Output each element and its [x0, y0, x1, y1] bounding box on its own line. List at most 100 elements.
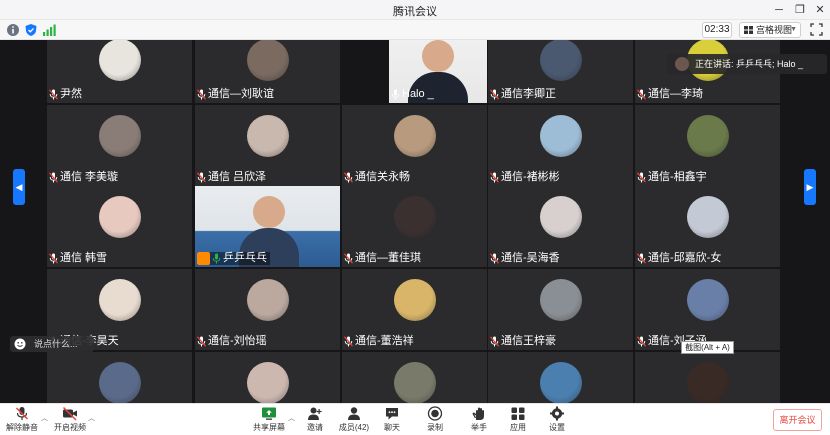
- chevron-up-icon[interactable]: ︿: [41, 413, 48, 423]
- participant-name: 通信-邱嘉欣-女: [648, 252, 722, 264]
- participant-tile[interactable]: 通信-董浩祥: [342, 269, 487, 350]
- participant-name: 通信 韩雪: [60, 252, 108, 264]
- participant-avatar: [99, 196, 141, 238]
- participant-tile[interactable]: [342, 352, 487, 403]
- apps-icon: [511, 407, 525, 420]
- mic-muted-icon: [490, 253, 499, 264]
- share-screen-button[interactable]: 共享屏幕: [249, 406, 289, 434]
- participant-name-label: 通信王梓豪: [490, 335, 559, 348]
- participant-tile[interactable]: [47, 352, 192, 403]
- participant-tile[interactable]: [195, 352, 340, 403]
- info-icon[interactable]: [6, 23, 20, 37]
- raise-hand-button[interactable]: 举手: [459, 406, 499, 434]
- participant-name: 乒乒乓乓: [223, 252, 267, 264]
- close-icon[interactable]: ✕: [812, 2, 828, 18]
- participant-tile[interactable]: 通信-刘怡瑶: [195, 269, 340, 350]
- participant-avatar: [394, 115, 436, 157]
- participant-name: 通信李卿正: [501, 88, 556, 100]
- participant-name: 通信王梓豪: [501, 335, 556, 347]
- participant-avatar: [540, 196, 582, 238]
- next-page-button[interactable]: ▶: [804, 169, 816, 205]
- members-button[interactable]: 成员(42): [334, 406, 374, 434]
- invite-button[interactable]: 邀请: [295, 406, 335, 434]
- participant-name-label: 乒乒乓乓: [197, 252, 270, 265]
- participant-tile[interactable]: [635, 352, 780, 403]
- participant-avatar: [247, 362, 289, 403]
- members-icon: [348, 407, 360, 420]
- mic-muted-icon: [490, 336, 499, 347]
- participant-name-label: 尹然: [49, 88, 85, 101]
- participant-tile[interactable]: 通信 吕欣泽: [195, 105, 340, 186]
- participant-tile[interactable]: 通信王梓豪: [488, 269, 633, 350]
- participant-tile[interactable]: 通信-刘子涵: [635, 269, 780, 350]
- invite-icon: [308, 407, 322, 420]
- start-video-button[interactable]: 开启视频: [50, 406, 90, 434]
- participant-tile[interactable]: 乒乒乓乓: [195, 186, 340, 267]
- participant-name-label: 通信-董浩祥: [344, 335, 417, 348]
- invite-label: 邀请: [307, 423, 323, 432]
- raise-hand-label: 举手: [471, 423, 487, 432]
- mic-muted-icon: [344, 172, 353, 183]
- participant-tile[interactable]: 通信关永畅: [342, 105, 487, 186]
- record-button[interactable]: 录制: [415, 406, 455, 434]
- fullscreen-icon[interactable]: [810, 23, 823, 36]
- participant-name-label: Halo _: [391, 88, 437, 101]
- participant-tile[interactable]: Halo _: [389, 40, 487, 103]
- chat-button[interactable]: 聊天: [372, 406, 412, 434]
- mic-muted-icon: [49, 89, 58, 100]
- participant-avatar: [99, 115, 141, 157]
- meeting-timer: 02:33: [702, 22, 732, 38]
- restore-icon[interactable]: ❐: [792, 2, 808, 18]
- leave-meeting-button[interactable]: 离开会议: [773, 409, 822, 431]
- screenshot-tooltip: 截图(Alt + A): [681, 341, 734, 354]
- participant-tile[interactable]: 通信 李美璇: [47, 105, 192, 186]
- participant-name-label: 通信-刘怡瑶: [197, 335, 270, 348]
- participant-tile[interactable]: 通信-相鑫宇: [635, 105, 780, 186]
- participant-name: 通信-褚彬彬: [501, 171, 560, 183]
- participant-avatar: [540, 362, 582, 403]
- chat-label: 聊天: [384, 423, 400, 432]
- participant-name: 通信—李琦: [648, 88, 703, 100]
- participant-tile[interactable]: 通信 韩雪: [47, 186, 192, 267]
- title-bar: 腾讯会议 ─ ❐ ✕: [0, 0, 830, 20]
- minimize-icon[interactable]: ─: [771, 2, 787, 18]
- participant-tile[interactable]: 通信李卿正: [488, 40, 633, 103]
- raise-hand-icon: [472, 407, 484, 420]
- participant-avatar: [687, 115, 729, 157]
- participant-name-label: 通信—董佳琪: [344, 252, 424, 265]
- participant-tile[interactable]: 通信-吴海香: [488, 186, 633, 267]
- chevron-up-icon[interactable]: ︿: [288, 413, 295, 423]
- unmute-label: 解除静音: [6, 423, 38, 432]
- share-screen-label: 共享屏幕: [253, 423, 285, 432]
- participant-tile[interactable]: 尹然: [47, 40, 192, 103]
- apps-label: 应用: [510, 423, 526, 432]
- signal-icon[interactable]: [42, 23, 56, 37]
- participant-tile[interactable]: 通信-褚彬彬: [488, 105, 633, 186]
- shield-icon[interactable]: [24, 23, 38, 37]
- participant-avatar: [247, 279, 289, 321]
- participant-name: 通信-相鑫宇: [648, 171, 707, 183]
- previous-page-button[interactable]: ◀: [13, 169, 25, 205]
- chevron-up-icon[interactable]: ︿: [88, 413, 95, 423]
- settings-button[interactable]: 设置: [537, 406, 577, 434]
- participant-name: 通信-吴海香: [501, 252, 560, 264]
- participant-tile[interactable]: 通信—董佳琪: [342, 186, 487, 267]
- participant-tile[interactable]: [488, 352, 633, 403]
- participant-avatar: [247, 115, 289, 157]
- view-mode-dropdown[interactable]: 宫格视图 ▼: [739, 22, 801, 38]
- participant-name-label: 通信-邱嘉欣-女: [637, 252, 724, 265]
- participant-tile[interactable]: 通信-邱嘉欣-女: [635, 186, 780, 267]
- host-icon: [197, 252, 210, 265]
- unmute-button[interactable]: 解除静音: [2, 406, 42, 434]
- emoji-icon[interactable]: [14, 338, 26, 350]
- person-figure: [422, 40, 454, 72]
- chat-quick-input[interactable]: 说点什么...: [10, 336, 94, 352]
- view-mode-label: 宫格视图: [756, 25, 793, 35]
- participant-tile[interactable]: 通信—刘耿谊: [195, 40, 340, 103]
- speaking-text: 正在讲话: 乒乒乓乓; Halo _: [695, 59, 804, 69]
- participant-name: 通信—董佳琪: [355, 252, 421, 264]
- settings-label: 设置: [549, 423, 565, 432]
- start-video-label: 开启视频: [54, 423, 86, 432]
- speaking-indicator: 正在讲话: 乒乒乓乓; Halo _: [667, 54, 827, 74]
- apps-button[interactable]: 应用: [498, 406, 538, 434]
